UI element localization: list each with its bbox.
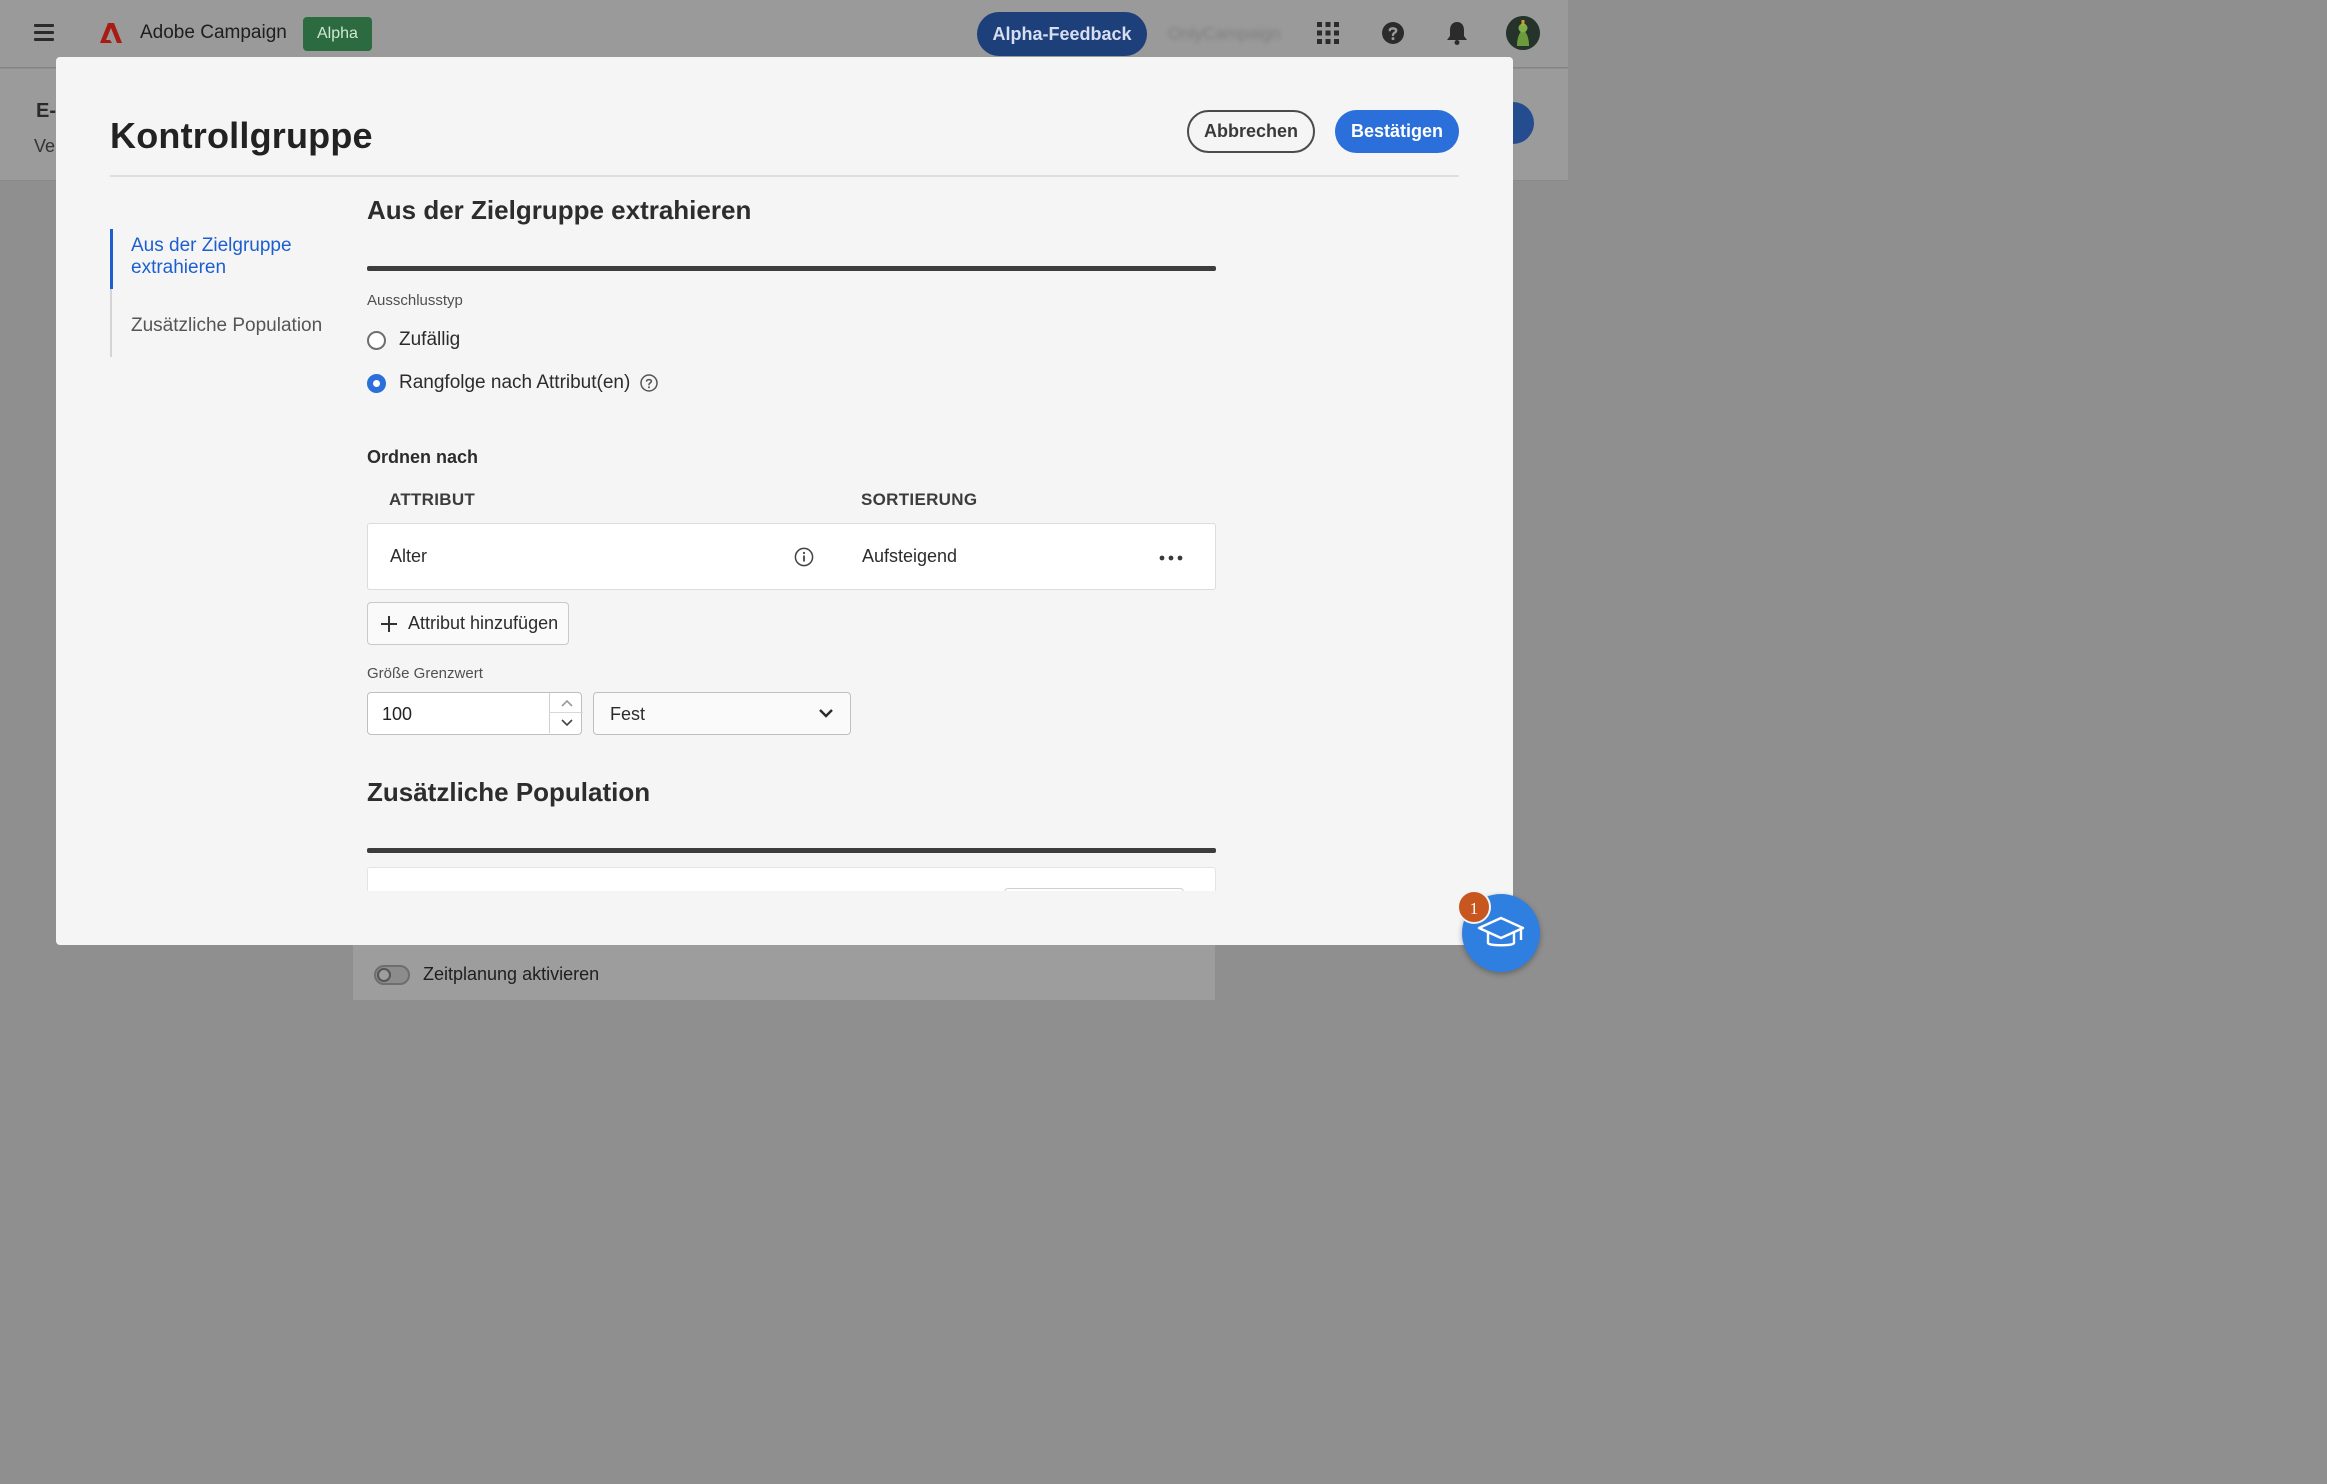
info-icon[interactable]	[794, 547, 814, 567]
section-title-additional: Zusätzliche Population	[367, 777, 651, 807]
attribute-row[interactable]: Alter Aufsteigend	[367, 523, 1216, 590]
org-switcher[interactable]: OnlyCampaign	[1168, 24, 1280, 44]
additional-population-control	[1004, 888, 1184, 891]
user-avatar[interactable]	[1506, 16, 1540, 50]
column-header-attribute: ATTRIBUT	[389, 490, 476, 509]
background-page-subtitle: Ve	[34, 136, 56, 156]
size-limit-stepper[interactable]	[549, 693, 583, 733]
chevron-down-icon	[819, 709, 833, 718]
add-attribute-label: Attribut hinzufügen	[408, 613, 559, 633]
control-group-dialog: Kontrollgruppe Abbrechen Bestätigen Aus …	[56, 57, 1513, 945]
hamburger-menu-icon[interactable]	[34, 24, 54, 41]
radio-random[interactable]: Zufällig	[367, 329, 460, 351]
size-limit-input[interactable]: 100	[367, 692, 583, 735]
nav-item-extract[interactable]: Aus der Zielgruppe extrahieren	[110, 229, 330, 289]
alpha-badge: Alpha	[303, 17, 372, 51]
confirm-button[interactable]: Bestätigen	[1335, 110, 1459, 153]
size-limit-label: Größe Grenzwert	[367, 665, 483, 682]
radio-rank-button[interactable]	[367, 373, 386, 393]
help-icon[interactable]	[1381, 21, 1405, 45]
radio-random-button[interactable]	[367, 330, 386, 350]
dialog-content: Aus der Zielgruppe extrahieren Ausschlus…	[367, 177, 1217, 891]
radio-random-label: Zufällig	[399, 329, 461, 350]
background-page-title: E-	[36, 100, 56, 122]
column-header-sort: SORTIERUNG	[861, 490, 978, 509]
help-circle-icon[interactable]	[640, 374, 659, 392]
chevron-up-icon	[560, 699, 573, 707]
radio-rank-by-attribute[interactable]: Rangfolge nach Attribut(en)	[367, 372, 659, 394]
stepper-down-button[interactable]	[550, 713, 583, 733]
chevron-down-icon	[560, 719, 573, 727]
app-switcher-icon[interactable]	[1317, 22, 1339, 44]
schedule-toggle	[374, 965, 410, 985]
size-type-select[interactable]: Fest	[593, 692, 851, 735]
exclusion-type-label: Ausschlusstyp	[367, 292, 463, 309]
dialog-side-nav: Aus der Zielgruppe extrahieren Zusätzlic…	[110, 229, 330, 357]
alpha-feedback-button[interactable]: Alpha-Feedback	[977, 12, 1147, 56]
size-type-value: Fest	[610, 704, 646, 724]
schedule-toggle-label: Zeitplanung aktivieren	[423, 964, 600, 984]
additional-population-card	[367, 867, 1216, 891]
adobe-logo-icon	[100, 23, 122, 43]
add-attribute-button[interactable]: Attribut hinzufügen	[367, 602, 569, 645]
section-separator	[367, 848, 1216, 853]
app-title: Adobe Campaign	[140, 22, 287, 43]
nav-item-additional-population[interactable]: Zusätzliche Population	[110, 289, 330, 357]
attribute-sort-order: Aufsteigend	[862, 546, 958, 566]
radio-rank-label: Rangfolge nach Attribut(en)	[399, 372, 631, 393]
attribute-name: Alter	[390, 546, 428, 566]
notification-count-badge: 1	[1457, 890, 1491, 924]
cancel-button[interactable]: Abbrechen	[1187, 110, 1315, 153]
size-limit-value: 100	[382, 704, 413, 724]
plus-icon	[381, 615, 397, 632]
stepper-up-button[interactable]	[550, 693, 583, 713]
notification-bell-icon[interactable]	[1446, 21, 1468, 45]
section-title-extract: Aus der Zielgruppe extrahieren	[367, 195, 752, 225]
order-by-label: Ordnen nach	[367, 447, 479, 467]
dialog-title: Kontrollgruppe	[110, 115, 373, 156]
more-actions-icon[interactable]	[1159, 555, 1183, 561]
section-separator	[367, 266, 1216, 271]
